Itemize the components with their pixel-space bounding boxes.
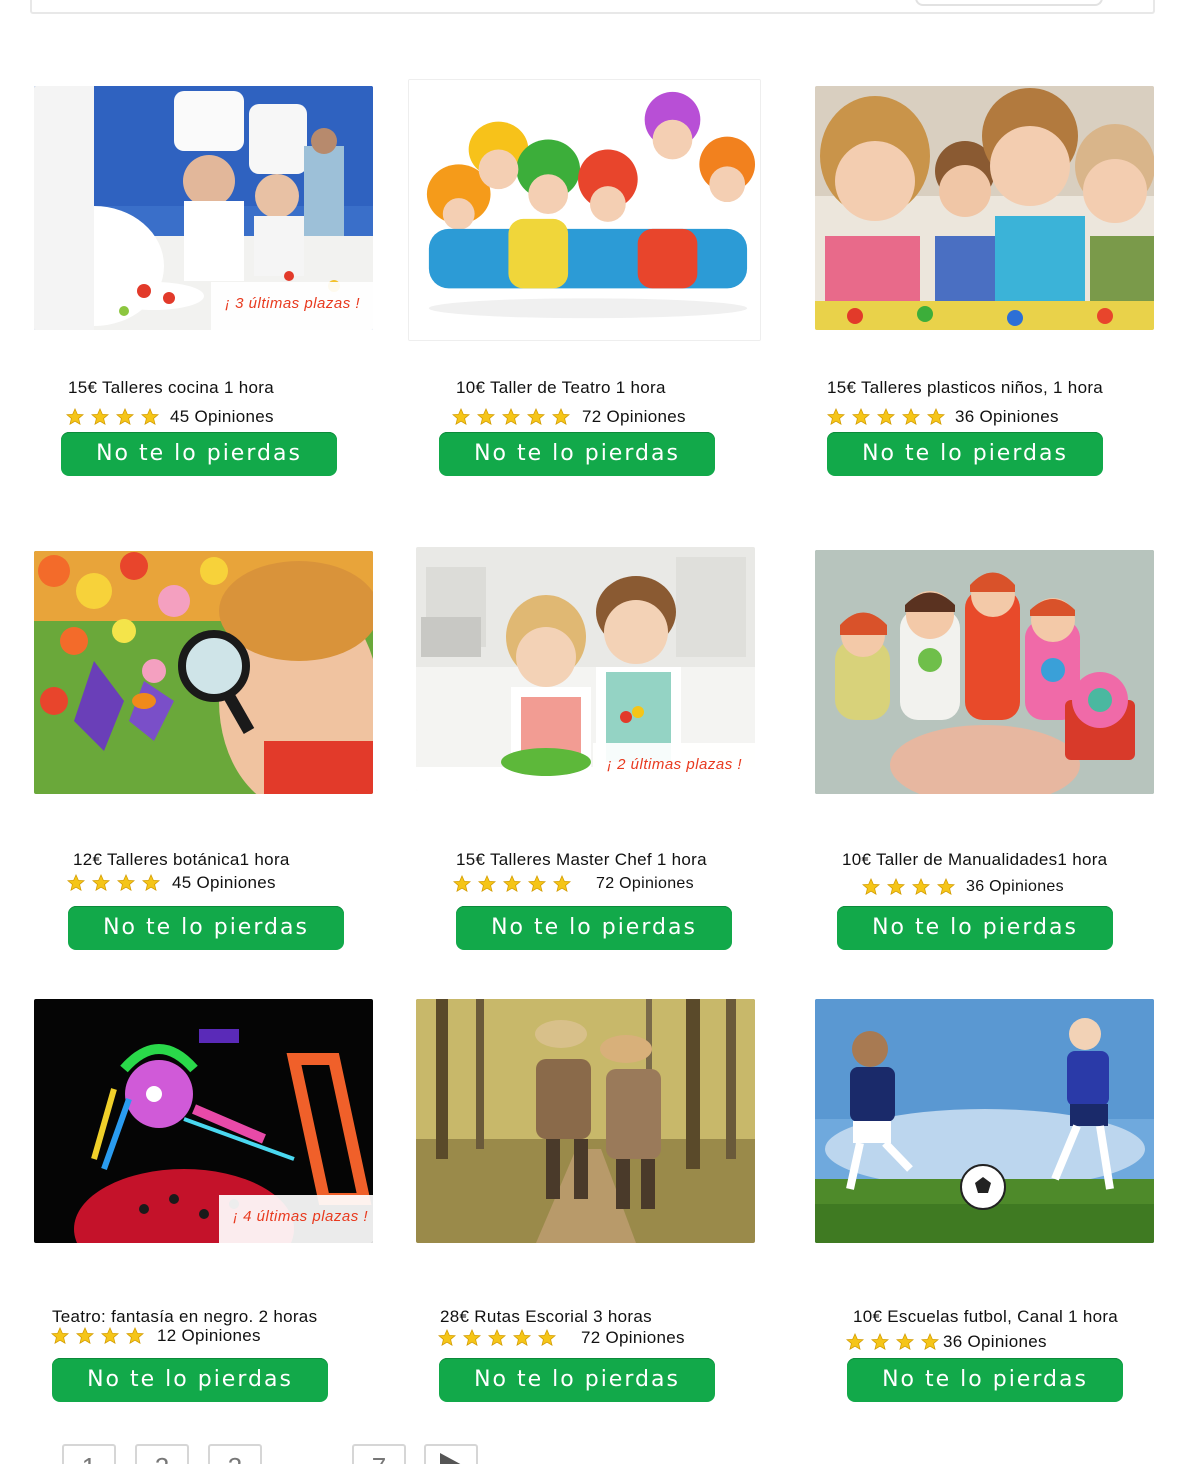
reviews-count: 45 Opiniones [172,873,276,892]
cta-button[interactable]: No te lo pierdas [439,1358,715,1402]
page-button-3[interactable]: 3 [208,1444,262,1464]
card-title: Teatro: fantasía en negro. 2 horas [52,1307,318,1326]
cta-button[interactable]: No te lo pierdas [456,906,732,950]
page-button-1[interactable]: 1 [62,1444,116,1464]
star-icon [462,1328,482,1347]
card-image-cooking[interactable]: ¡ 3 últimas plazas ! [34,86,373,330]
rating: 36 Opiniones [845,1332,1047,1352]
cta-button[interactable]: No te lo pierdas [847,1358,1123,1402]
cta-button[interactable]: No te lo pierdas [827,432,1103,476]
star-icon [451,407,471,426]
reviews-count: 36 Opiniones [955,407,1059,426]
card-title: 15€ Talleres plasticos niños, 1 hora [827,378,1104,397]
card-title: 10€ Taller de Teatro 1 hora [456,378,666,397]
cta-button[interactable]: No te lo pierdas [61,432,337,476]
star-icon [920,1332,940,1351]
star-icon [75,1326,95,1345]
star-icon [140,407,160,426]
star-icon [551,407,571,426]
reviews-count: 12 Opiniones [157,1326,261,1345]
star-icon [926,407,946,426]
pagination: 1 2 3 7 [62,1444,482,1464]
reviews-count: 72 Opiniones [582,407,686,426]
page-button-2[interactable]: 2 [135,1444,189,1464]
cta-button[interactable]: No te lo pierdas [52,1358,328,1402]
reviews-count: 72 Opiniones [596,875,694,892]
availability-badge: ¡ 4 últimas plazas ! [219,1195,373,1243]
star-icon [115,407,135,426]
star-icon [870,1332,890,1351]
card-title: 28€ Rutas Escorial 3 horas [440,1307,652,1326]
star-icon [537,1328,557,1347]
reviews-count: 72 Opiniones [581,1328,685,1347]
star-icon [476,407,496,426]
card-image-soccer[interactable] [815,999,1154,1243]
cta-button[interactable]: No te lo pierdas [68,906,344,950]
star-icon [851,407,871,426]
star-icon [527,874,547,893]
cta-button[interactable]: No te lo pierdas [439,432,715,476]
rating: 72 Opiniones [437,1328,685,1348]
star-icon [100,1326,120,1345]
rating: 36 Opiniones [861,877,1064,896]
star-icon [526,407,546,426]
rating: 12 Opiniones [50,1326,261,1346]
card-title: 15€ Talleres Master Chef 1 hora [456,850,707,869]
star-icon [911,877,931,896]
star-icon [861,877,881,896]
star-icon [50,1326,70,1345]
reviews-count: 36 Opiniones [943,1332,1047,1351]
rating: 36 Opiniones [826,407,1059,427]
star-icon [501,407,521,426]
reviews-count: 45 Opiniones [170,407,274,426]
reviews-count: 36 Opiniones [966,878,1064,895]
next-page-button[interactable] [424,1444,478,1464]
page-button-7[interactable]: 7 [352,1444,406,1464]
star-icon [886,877,906,896]
star-icon [512,1328,532,1347]
top-search-bar [30,0,1155,14]
star-icon [487,1328,507,1347]
availability-badge: ¡ 2 últimas plazas ! [593,743,755,791]
card-image-blacklight-theatre[interactable]: ¡ 4 últimas plazas ! [34,999,373,1243]
rating: 45 Opiniones [66,873,276,893]
star-icon [552,874,572,893]
card-title: 10€ Taller de Manualidades1 hora [842,850,1108,869]
star-icon [936,877,956,896]
card-title: 10€ Escuelas futbol, Canal 1 hora [853,1307,1119,1326]
rating: 45 Opiniones [65,407,274,427]
card-image-theatre[interactable] [408,79,761,341]
search-field[interactable] [915,0,1103,6]
star-icon [91,873,111,892]
star-icon [901,407,921,426]
rating: 72 Opiniones [451,407,686,427]
star-icon [452,874,472,893]
card-image-botany[interactable] [34,551,373,794]
card-image-puppets[interactable] [815,550,1154,794]
star-icon [826,407,846,426]
star-icon [141,873,161,892]
star-icon [125,1326,145,1345]
card-title: 15€ Talleres cocina 1 hora [68,378,274,397]
availability-badge: ¡ 3 últimas plazas ! [211,282,373,330]
card-image-hiking[interactable] [416,999,755,1243]
star-icon [845,1332,865,1351]
cta-button[interactable]: No te lo pierdas [837,906,1113,950]
star-icon [65,407,85,426]
star-icon [876,407,896,426]
star-icon [895,1332,915,1351]
star-icon [116,873,136,892]
star-icon [437,1328,457,1347]
rating: 72 Opiniones [452,874,694,893]
star-icon [90,407,110,426]
play-triangle-icon [440,1453,461,1464]
card-title: 12€ Talleres botánica1 hora [73,850,290,869]
star-icon [477,874,497,893]
star-icon [66,873,86,892]
card-image-masterchef[interactable]: ¡ 2 últimas plazas ! [416,547,755,791]
card-image-crafts[interactable] [815,86,1154,330]
star-icon [502,874,522,893]
